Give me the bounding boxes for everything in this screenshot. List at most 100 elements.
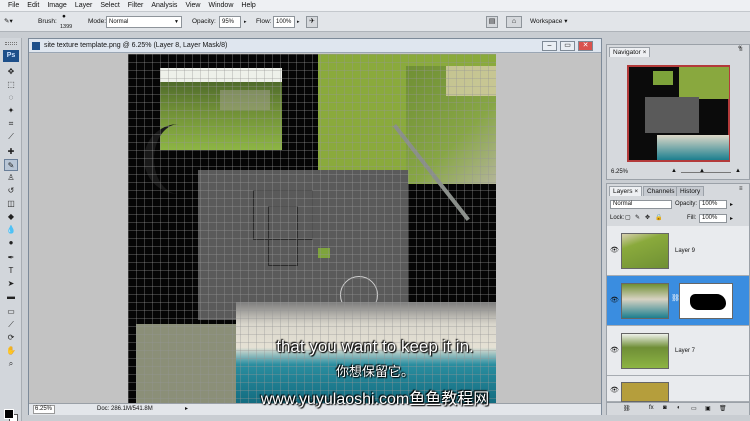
- tool-preset-icon[interactable]: ✎▾: [4, 12, 13, 32]
- blend-mode-select[interactable]: Normal: [610, 200, 672, 209]
- visibility-eye-icon[interactable]: 👁: [610, 246, 619, 254]
- history-brush-tool-icon[interactable]: ↺: [4, 185, 18, 197]
- lock-all-icon[interactable]: 🔒: [655, 214, 662, 221]
- dodge-tool-icon[interactable]: ●: [4, 237, 18, 249]
- aerial-field-with-path: [392, 66, 496, 222]
- brush-label: Brush:: [38, 18, 57, 25]
- layer-mask-thumbnail[interactable]: [679, 283, 733, 319]
- opacity-value: 95%: [222, 19, 235, 25]
- brush-tool-icon[interactable]: ✎: [4, 159, 18, 171]
- blur-tool-icon[interactable]: 💧: [4, 224, 18, 236]
- menu-file[interactable]: File: [4, 0, 23, 12]
- menu-layer[interactable]: Layer: [71, 0, 97, 12]
- menu-bar: File Edit Image Layer Select Filter Anal…: [0, 0, 750, 12]
- layer-opacity-dropdown-icon[interactable]: ▸: [730, 201, 733, 208]
- mode-value: Normal: [109, 19, 129, 25]
- menu-window[interactable]: Window: [204, 0, 237, 12]
- navigator-zoom-value[interactable]: 6.25%: [611, 169, 628, 175]
- navigator-preview[interactable]: [627, 65, 730, 162]
- layer-fill-value: 100%: [702, 215, 718, 221]
- magic-wand-tool-icon[interactable]: ✦: [4, 105, 18, 117]
- flow-value: 100%: [276, 19, 292, 25]
- flow-dropdown-icon[interactable]: ▸: [297, 12, 300, 32]
- brushes-palette-icon[interactable]: ▤: [486, 16, 498, 28]
- layer-fill-field[interactable]: 100%: [699, 214, 727, 223]
- menu-analysis[interactable]: Analysis: [147, 0, 181, 12]
- layer-row[interactable]: 👁 Layer 9: [607, 226, 749, 276]
- eraser-tool-icon[interactable]: ◫: [4, 198, 18, 210]
- lock-label: Lock:: [610, 215, 625, 221]
- chevron-down-icon: ▼: [174, 19, 179, 25]
- panel-menu-icon[interactable]: ≡: [739, 186, 743, 192]
- marquee-tool-icon[interactable]: ⬚: [4, 79, 18, 91]
- pen-tool-icon[interactable]: ✒: [4, 252, 18, 264]
- shadow-curve: [144, 124, 204, 194]
- move-tool-icon[interactable]: ✥: [4, 66, 18, 78]
- clone-stamp-tool-icon[interactable]: ♙: [4, 172, 18, 184]
- zoom-slider[interactable]: [681, 172, 731, 173]
- workspace-switcher-icon[interactable]: ⌂: [506, 16, 522, 28]
- watermark-text: www.yuyulaoshi.com鱼鱼教程网: [260, 391, 490, 408]
- tab-layers[interactable]: Layers ×: [609, 186, 643, 196]
- paint-bucket-tool-icon[interactable]: ◆: [4, 211, 18, 223]
- layer-row[interactable]: 👁 ⛓: [607, 276, 749, 326]
- flow-field[interactable]: 100%: [273, 16, 295, 28]
- menu-help[interactable]: Help: [237, 0, 259, 12]
- tab-navigator[interactable]: Navigator ×: [609, 47, 651, 57]
- brush-size[interactable]: 1399: [60, 17, 72, 37]
- menu-select[interactable]: Select: [96, 0, 123, 12]
- flow-label: Flow:: [256, 18, 272, 25]
- layer-thumbnail: [621, 233, 669, 269]
- layers-tab-label: Layers: [613, 188, 633, 195]
- document-title-bar: site texture template.png @ 6.25% (Layer…: [29, 39, 601, 53]
- menu-edit[interactable]: Edit: [23, 0, 43, 12]
- lasso-tool-icon[interactable]: ◌: [4, 92, 18, 104]
- menu-image[interactable]: Image: [43, 0, 70, 12]
- opacity-label: Opacity:: [675, 201, 698, 207]
- blend-mode-value: Normal: [613, 201, 633, 207]
- eyedropper-tool-icon[interactable]: ⟋: [4, 131, 18, 143]
- channels-tab-label: Channels: [647, 188, 675, 195]
- document-title: site texture template.png @ 6.25% (Layer…: [44, 42, 228, 49]
- subtitle-english: that you want to keep it in.: [276, 337, 474, 356]
- lock-position-icon[interactable]: ✥: [645, 214, 650, 221]
- path-selection-tool-icon[interactable]: ➤: [4, 278, 18, 290]
- photoshop-logo: Ps: [3, 50, 19, 62]
- opacity-dropdown-icon[interactable]: ▸: [244, 12, 247, 32]
- maximize-button[interactable]: ▭: [560, 41, 575, 51]
- navigator-panel: Navigator × ≡ 6.25% ▲ ▲ ▲: [606, 44, 750, 180]
- document-window: site texture template.png @ 6.25% (Layer…: [28, 38, 602, 415]
- healing-brush-tool-icon[interactable]: ✚: [4, 146, 18, 158]
- mode-label: Mode:: [88, 18, 107, 25]
- airbrush-icon[interactable]: ✈: [306, 16, 318, 28]
- menu-filter[interactable]: Filter: [124, 0, 148, 12]
- lock-image-icon[interactable]: ✎: [635, 214, 640, 221]
- history-tab-label: History: [680, 188, 701, 195]
- foreground-color-swatch[interactable]: [4, 409, 14, 419]
- layer-fill-dropdown-icon[interactable]: ▸: [730, 215, 733, 222]
- crop-tool-icon[interactable]: ⌗: [4, 118, 18, 130]
- zoom-out-icon[interactable]: ▲: [671, 168, 677, 174]
- menu-view[interactable]: View: [181, 0, 204, 12]
- subtitle-chinese: 你想保留它。: [335, 364, 414, 379]
- mode-select[interactable]: Normal ▼: [106, 16, 182, 28]
- layer-name: Layer 9: [675, 248, 696, 254]
- tab-channels[interactable]: Channels: [643, 186, 679, 196]
- measure-tool-icon[interactable]: ⟋: [4, 319, 18, 331]
- panel-grip-icon[interactable]: [5, 42, 17, 45]
- collapse-dock-icon[interactable]: «: [738, 44, 750, 54]
- workspace-menu[interactable]: Workspace ▾: [530, 12, 567, 32]
- shape-tool-icon[interactable]: ▬: [4, 291, 18, 303]
- options-bar: ✎▾ Brush: ● 1399 Mode: Normal ▼ Opacity:…: [0, 12, 750, 32]
- visibility-eye-icon[interactable]: 👁: [610, 296, 619, 304]
- zoom-slider-handle[interactable]: ▲: [699, 168, 705, 174]
- tab-history[interactable]: History: [676, 186, 705, 196]
- close-button[interactable]: ✕: [578, 41, 593, 51]
- lock-transparency-icon[interactable]: ▢: [625, 214, 631, 221]
- layer-opacity-field[interactable]: 100%: [699, 200, 727, 209]
- opacity-field[interactable]: 95%: [219, 16, 241, 28]
- zoom-in-icon[interactable]: ▲: [735, 168, 741, 174]
- minimize-button[interactable]: –: [542, 41, 557, 51]
- type-tool-icon[interactable]: T: [4, 265, 18, 277]
- notes-tool-icon[interactable]: ▭: [4, 306, 18, 318]
